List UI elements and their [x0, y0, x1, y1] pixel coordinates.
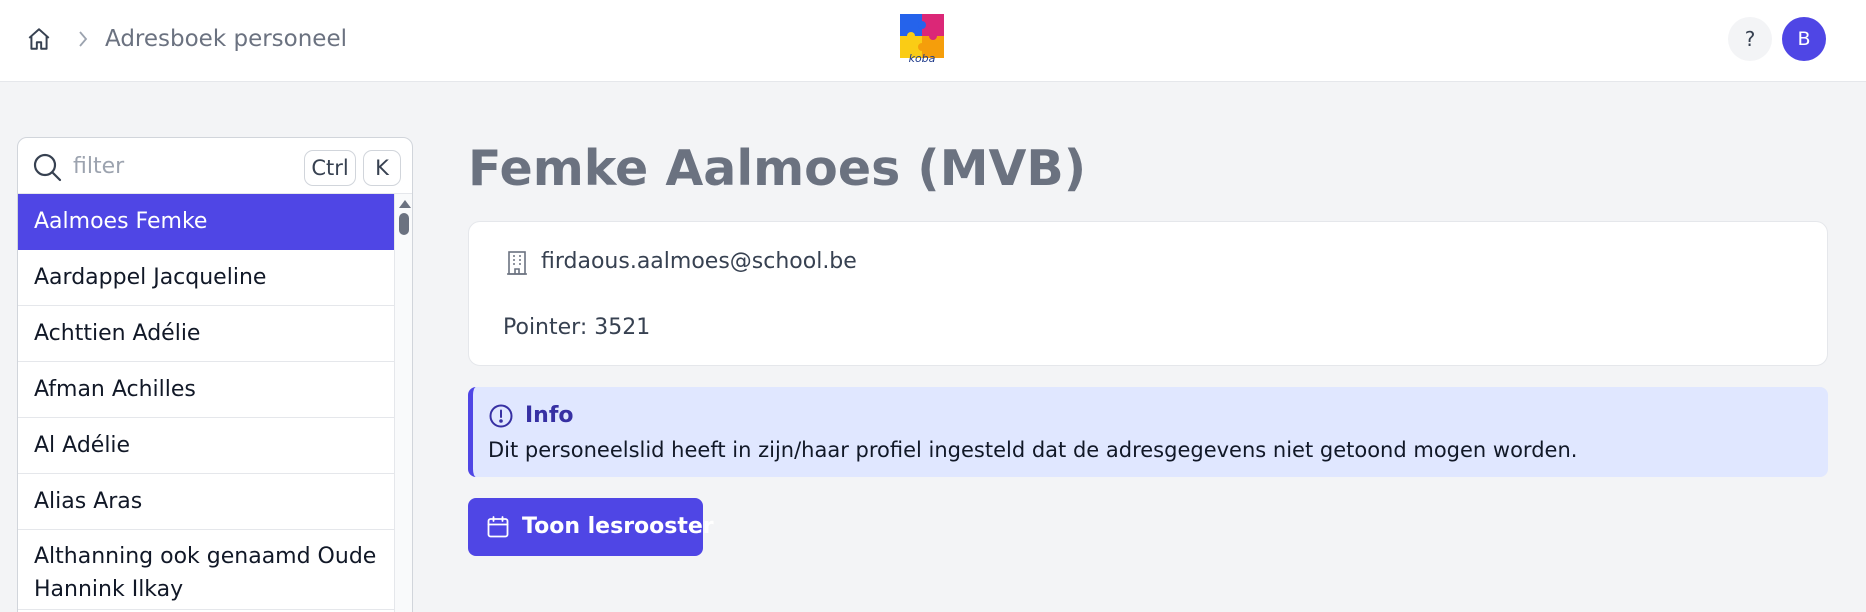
search-icon [31, 151, 63, 183]
search-input[interactable] [73, 150, 303, 182]
building-icon [505, 250, 529, 276]
staff-list-panel: Ctrl K Aalmoes Femke Aardappel Jacquelin… [17, 137, 413, 612]
calendar-icon [486, 515, 510, 539]
info-icon [488, 403, 514, 429]
contact-card: firdaous.aalmoes@school.be Pointer: 3521 [468, 221, 1828, 366]
list-scrollbar[interactable] [394, 194, 412, 612]
page-title: Femke Aalmoes (MVB) [468, 140, 1087, 197]
breadcrumb: Adresboek personeel [105, 26, 347, 52]
pointer-value: Pointer: 3521 [503, 315, 651, 340]
list-item[interactable]: Achttien Adélie [18, 306, 394, 362]
logo-text: koba [909, 52, 936, 64]
shortcut-key-k: K [363, 150, 401, 186]
list-item[interactable]: Aardappel Jacqueline [18, 250, 394, 306]
shortcut-key-ctrl: Ctrl [304, 150, 356, 186]
info-alert: Info Dit personeelslid heeft in zijn/haa… [468, 387, 1828, 477]
list-item[interactable]: Aalmoes Femke [18, 194, 394, 250]
home-icon[interactable] [24, 24, 54, 54]
scroll-up-arrow-icon[interactable] [399, 200, 411, 208]
search-bar: Ctrl K [18, 138, 412, 194]
list-item[interactable]: Al Adélie [18, 418, 394, 474]
list-item[interactable]: Althanning ook genaamd Oude Hannink Ilka… [18, 530, 394, 610]
scroll-thumb[interactable] [399, 213, 409, 235]
info-title: Info [525, 403, 574, 428]
chevron-right-icon [74, 27, 92, 51]
show-schedule-button[interactable]: Toon lesrooster [468, 498, 714, 556]
staff-list: Aalmoes Femke Aardappel Jacqueline Achtt… [18, 194, 394, 610]
avatar[interactable]: B [1782, 17, 1826, 61]
koba-logo[interactable]: koba [898, 12, 946, 65]
help-button[interactable]: ? [1728, 17, 1772, 61]
list-item[interactable]: Alias Aras [18, 474, 394, 530]
top-bar: Adresboek personeel koba ? B [0, 0, 1866, 82]
info-text: Dit personeelslid heeft in zijn/haar pro… [488, 438, 1578, 462]
show-schedule-label: Toon lesrooster [522, 514, 714, 539]
email-link[interactable]: firdaous.aalmoes@school.be [541, 246, 857, 278]
list-item[interactable]: Afman Achilles [18, 362, 394, 418]
